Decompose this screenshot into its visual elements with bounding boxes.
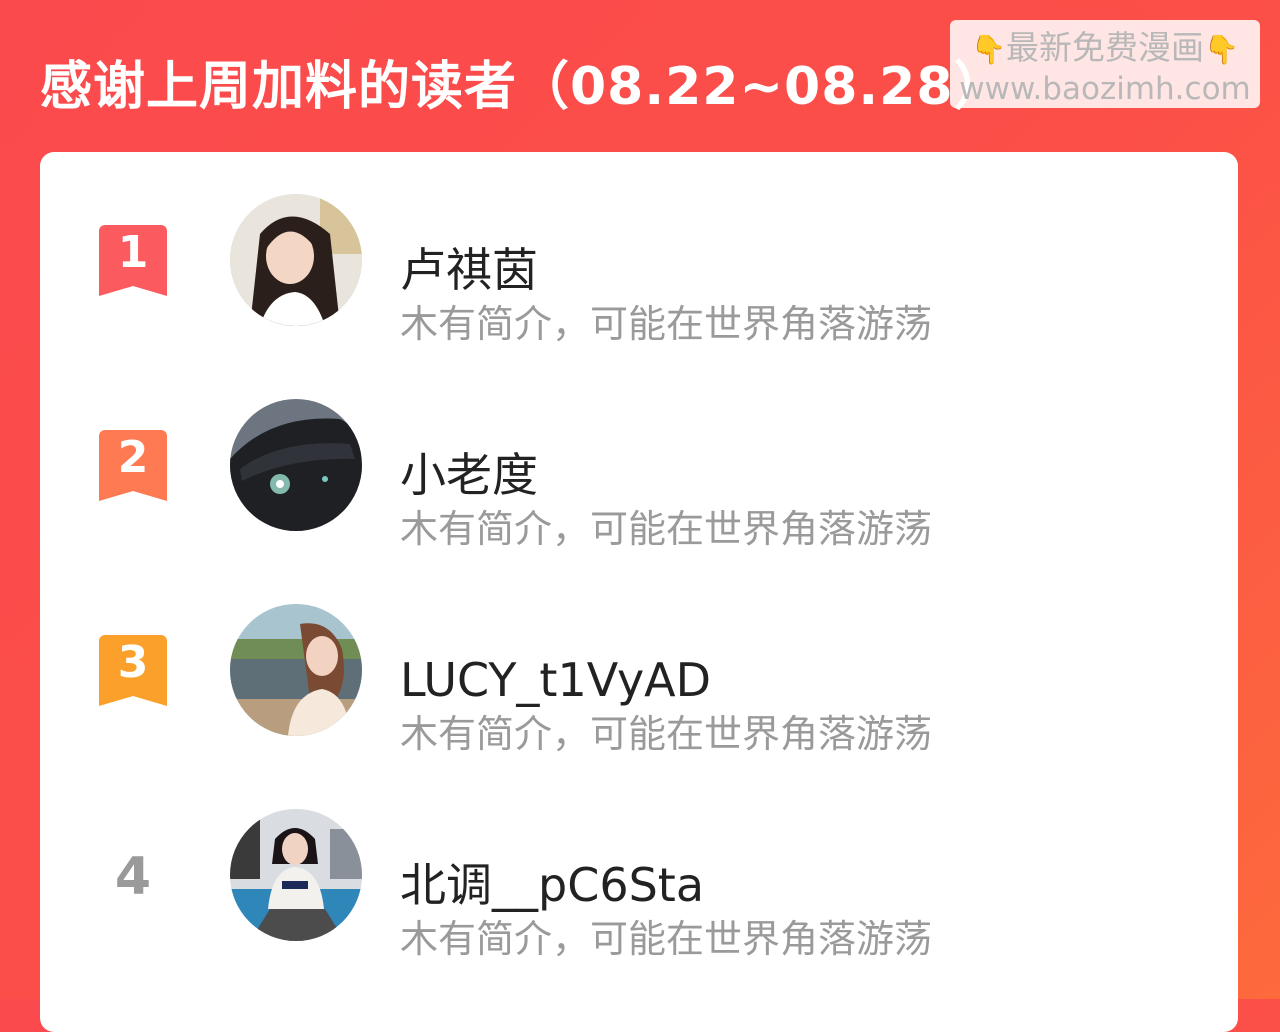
pointing-down-icon: 👇 (971, 33, 1006, 66)
avatar-photo-fila-girl-icon (230, 809, 362, 941)
reader-bio: 木有简介，可能在世界角落游荡 (400, 712, 933, 756)
watermark-banner: 👇最新免费漫画👇 www.baozimh.com (950, 20, 1260, 108)
reader-bio: 木有简介，可能在世界角落游荡 (400, 302, 933, 346)
pointing-down-icon: 👇 (1204, 33, 1239, 66)
reader-bio: 木有简介，可能在世界角落游荡 (400, 507, 933, 551)
reader-bio: 木有简介，可能在世界角落游荡 (400, 917, 933, 961)
avatar[interactable] (230, 809, 362, 941)
watermark-line1: 👇最新免费漫画👇 (950, 26, 1260, 72)
reader-name: LUCY_t1VyAD (400, 653, 712, 707)
rank-ribbon-badge: 2 (99, 430, 167, 501)
rank-number: 3 (117, 637, 149, 688)
reader-row[interactable]: 2 小老度 木有简介，可能在世界角落游荡 (40, 397, 1238, 551)
avatar[interactable] (230, 399, 362, 531)
avatar-photo-dark-car-icon (230, 399, 362, 531)
reader-list-card: 1 卢祺茵 木有简介，可能在世界角落游荡 2 小老度 木有简介，可能在世界角落游… (40, 152, 1238, 1032)
reader-row[interactable]: 3 LUCY_t1VyAD 木有简介，可能在世界角落游荡 (40, 602, 1238, 756)
reader-name: 卢祺茵 (400, 243, 538, 297)
reader-row[interactable]: 1 卢祺茵 木有简介，可能在世界角落游荡 (40, 192, 1238, 346)
reader-name: 北调__pC6Sta (400, 858, 705, 912)
avatar-photo-lake-girl-icon (230, 604, 362, 736)
watermark-url: www.baozimh.com (959, 71, 1251, 107)
reader-row[interactable]: 4 北调__pC6Sta 木有简介，可能在世界角落游荡 (40, 807, 1238, 961)
rank-ribbon-badge: 3 (99, 635, 167, 706)
rank-number: 4 (114, 847, 152, 907)
reader-name: 小老度 (400, 448, 538, 502)
rank-number: 1 (117, 227, 149, 278)
avatar[interactable] (230, 604, 362, 736)
page-title: 感谢上周加料的读者（08.22~08.28） (40, 57, 1007, 117)
watermark-text: 最新免费漫画 (1006, 28, 1204, 67)
avatar[interactable] (230, 194, 362, 326)
rank-number: 2 (117, 432, 149, 483)
avatar-photo-girl-icon (230, 194, 362, 326)
rank-ribbon-badge: 1 (99, 225, 167, 296)
